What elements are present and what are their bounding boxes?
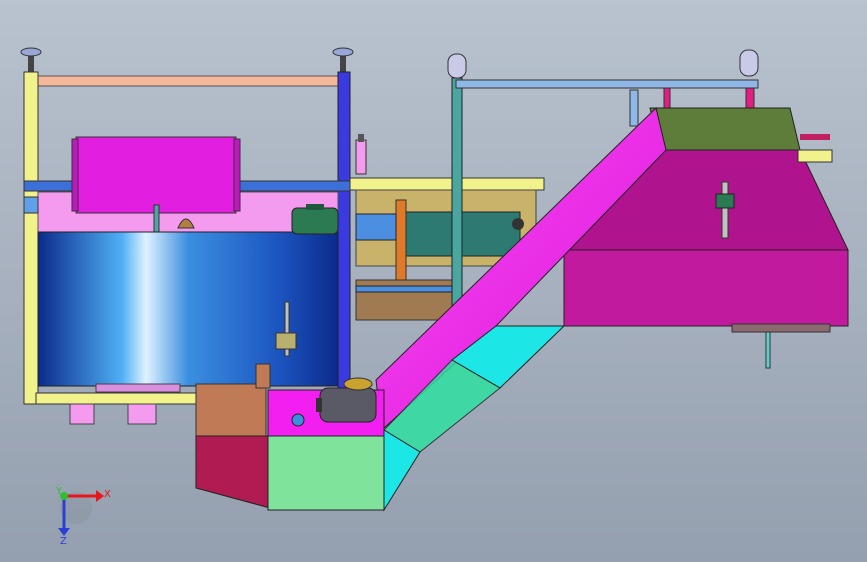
top-rail [33,75,345,87]
frame-base [35,392,201,405]
side-clamp [23,196,39,214]
frame-foot-2 [127,403,157,425]
machine-assembly: X Y Z [20,47,849,547]
cad-viewport[interactable]: X Y Z [0,0,867,562]
hanger-3 [745,87,755,111]
x-axis-label: X [104,489,111,500]
drum-base [95,383,181,393]
top-motor-icon [291,204,339,235]
valve-icon [355,134,367,175]
blue-drum [37,231,339,387]
coordinate-triad: X Y Z [55,486,111,547]
frame-post-left [23,71,39,405]
z-axis-label: Z [60,536,67,547]
hopper [562,107,849,369]
frame-foot-1 [69,403,95,425]
hanger-1 [629,89,639,127]
frame-post-right [337,71,351,403]
magenta-box [71,136,241,214]
pulley-left-icon [447,53,467,79]
y-axis-label: Y [55,486,63,497]
rod [153,204,160,236]
top-blue-pipe [455,79,759,89]
hanger-2 [663,87,671,109]
pulley-right-icon [739,49,759,77]
